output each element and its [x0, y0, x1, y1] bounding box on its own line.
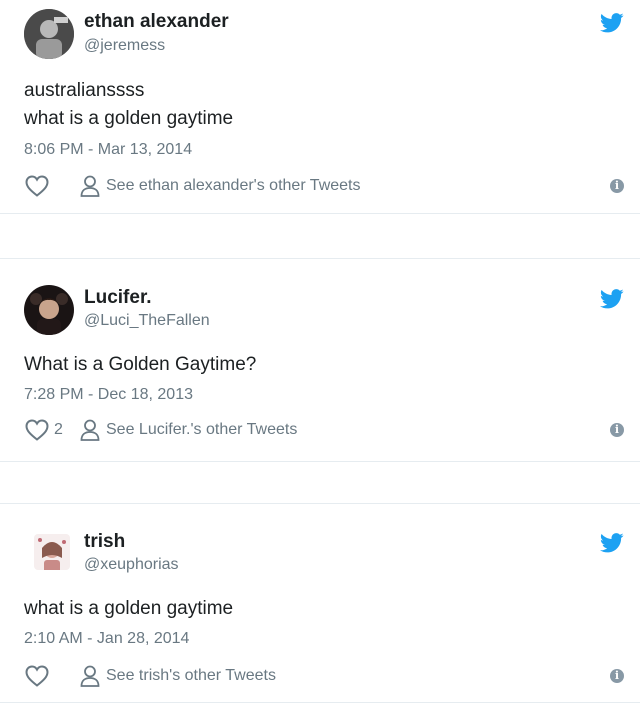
- avatar[interactable]: [24, 9, 74, 59]
- tweet-timestamp[interactable]: 7:28 PM - Dec 18, 2013: [24, 386, 193, 404]
- see-other-tweets-link[interactable]: See ethan alexander's other Tweets: [106, 177, 360, 195]
- tweet-text-line: What is a Golden Gaytime?: [24, 354, 257, 375]
- avatar[interactable]: [34, 534, 70, 570]
- person-icon: [80, 175, 100, 197]
- avatar[interactable]: [24, 285, 74, 335]
- twitter-bird-icon[interactable]: [600, 13, 624, 33]
- heart-icon[interactable]: [24, 174, 50, 198]
- author-name[interactable]: trish: [84, 531, 125, 553]
- author-name[interactable]: Lucifer.: [84, 287, 152, 309]
- see-other-tweets-link[interactable]: See Lucifer.'s other Tweets: [106, 421, 297, 439]
- author-name[interactable]: ethan alexander: [84, 11, 229, 33]
- tweet-card: trish @xeuphorias what is a golden gayti…: [0, 503, 640, 703]
- tweet-timestamp[interactable]: 2:10 AM - Jan 28, 2014: [24, 630, 189, 648]
- info-icon[interactable]: i: [610, 423, 624, 437]
- author-handle[interactable]: @Luci_TheFallen: [84, 312, 210, 330]
- tweet-card: ethan alexander @jeremess australianssss…: [0, 0, 640, 214]
- twitter-bird-icon[interactable]: [600, 289, 624, 309]
- twitter-bird-icon[interactable]: [600, 533, 624, 553]
- author-handle[interactable]: @xeuphorias: [84, 556, 179, 574]
- tweet-actions: 2 See Lucifer.'s other Tweets i: [24, 416, 624, 444]
- tweet-timestamp[interactable]: 8:06 PM - Mar 13, 2014: [24, 141, 192, 159]
- tweet-card: Lucifer. @Luci_TheFallen What is a Golde…: [0, 258, 640, 462]
- info-icon[interactable]: i: [610, 669, 624, 683]
- tweet-actions: See ethan alexander's other Tweets i: [24, 172, 624, 200]
- tweet-actions: See trish's other Tweets i: [24, 662, 624, 690]
- person-icon: [80, 665, 100, 687]
- tweet-text-line: what is a golden gaytime: [24, 598, 234, 619]
- info-icon[interactable]: i: [610, 179, 624, 193]
- author-handle[interactable]: @jeremess: [84, 37, 165, 55]
- heart-icon[interactable]: [24, 664, 50, 688]
- heart-icon[interactable]: [24, 418, 50, 442]
- avatar-image: [34, 534, 70, 570]
- avatar-image: [24, 9, 74, 59]
- see-other-tweets-link[interactable]: See trish's other Tweets: [106, 667, 276, 685]
- person-icon: [80, 419, 100, 441]
- tweet-text-line: what is a golden gaytime: [24, 108, 234, 129]
- like-count: 2: [54, 421, 63, 438]
- tweet-text-line: australianssss: [24, 80, 145, 101]
- avatar-image: [24, 285, 74, 335]
